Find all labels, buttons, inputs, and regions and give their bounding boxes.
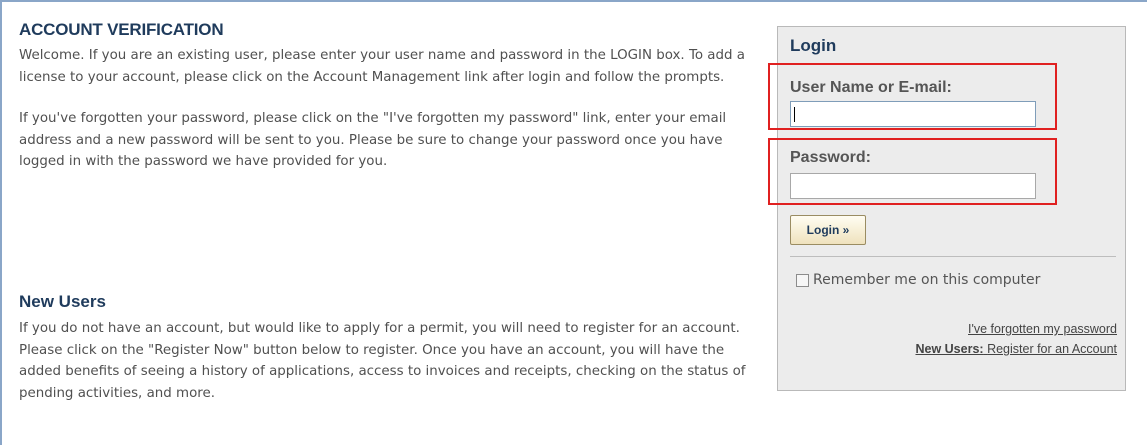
- password-highlight-box: [768, 138, 1057, 205]
- remember-me-checkbox[interactable]: [796, 273, 809, 287]
- page-title: ACCOUNT VERIFICATION: [19, 20, 224, 39]
- remember-me-label: Remember me on this computer: [813, 272, 1041, 288]
- login-title: Login: [790, 36, 837, 55]
- forgot-password-paragraph: If you've forgotten your password, pleas…: [19, 111, 727, 169]
- login-links: I've forgotten my password New Users: Re…: [915, 319, 1117, 359]
- username-highlight-box: [768, 63, 1057, 130]
- remember-me-option[interactable]: Remember me on this computer: [796, 272, 1040, 288]
- register-link-text: Register for an Account: [987, 342, 1117, 356]
- forgot-password-link[interactable]: I've forgotten my password: [915, 319, 1117, 339]
- welcome-paragraph: Welcome. If you are an existing user, pl…: [19, 48, 745, 85]
- new-users-paragraph: If you do not have an account, but would…: [19, 321, 746, 401]
- register-prefix: New Users:: [915, 342, 984, 356]
- new-users-heading: New Users: [19, 292, 106, 311]
- divider: [790, 256, 1116, 257]
- login-button[interactable]: Login »: [790, 215, 866, 245]
- account-verification-section: ACCOUNT VERIFICATION Welcome. If you are…: [19, 20, 759, 173]
- register-account-link[interactable]: New Users: Register for an Account: [915, 339, 1117, 359]
